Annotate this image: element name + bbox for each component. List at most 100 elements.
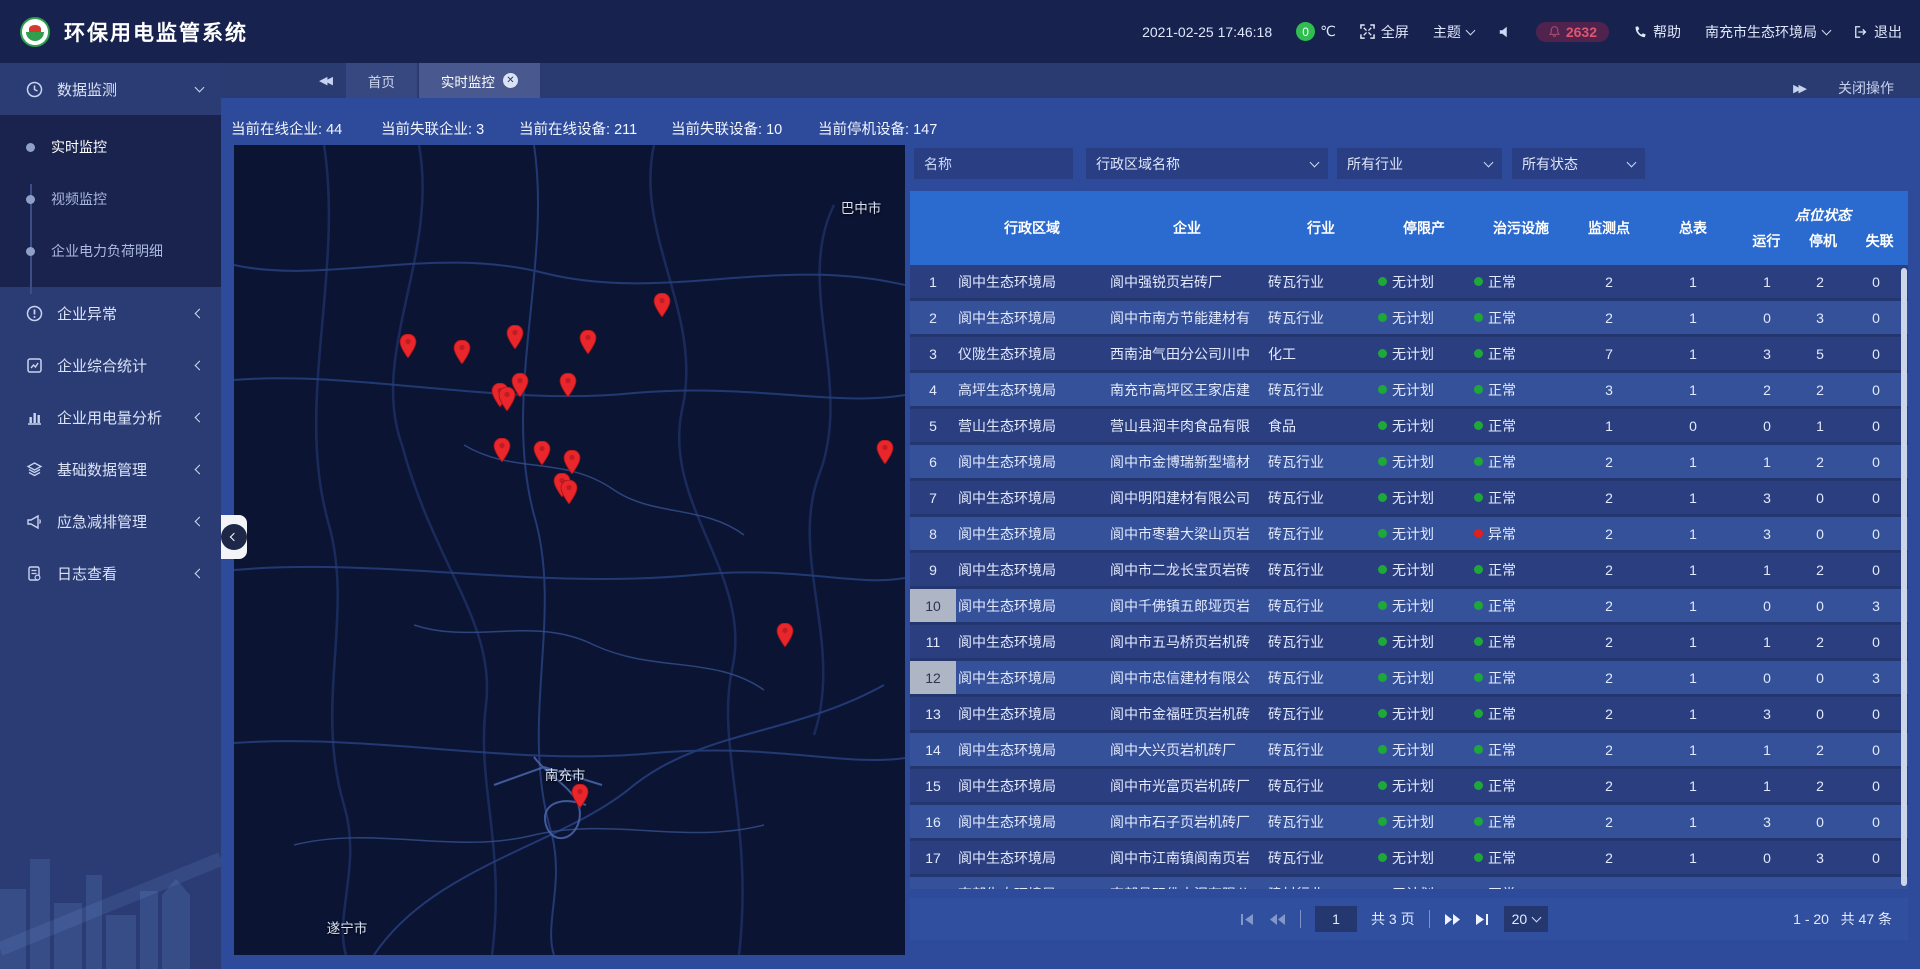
page-size-select[interactable]: 20 [1504, 906, 1549, 932]
map-pin-icon[interactable] [564, 450, 581, 474]
map-pin-icon[interactable] [654, 293, 671, 317]
fullscreen-button[interactable]: 全屏 [1360, 22, 1409, 42]
map-pin-icon[interactable] [512, 373, 529, 397]
table-row[interactable]: 4高坪生态环境局南充市高坪区王家店建砖瓦行业无计划正常31220 [910, 373, 1908, 409]
sidebar-item-视频监控[interactable]: 视频监控 [0, 173, 221, 225]
table-row[interactable]: 6阆中生态环境局阆中市金博瑞新型墙材砖瓦行业无计划正常21120 [910, 445, 1908, 481]
row-halt-count: 0 [1796, 805, 1844, 838]
map-pin-icon[interactable] [877, 440, 894, 464]
page-number-input[interactable]: 1 [1315, 906, 1357, 932]
row-index: 3 [910, 337, 956, 370]
sidebar-group-label: 企业综合统计 [57, 355, 182, 376]
map-pin-icon[interactable] [572, 784, 589, 808]
help-button[interactable]: 帮助 [1633, 22, 1681, 42]
tab-实时监控[interactable]: 实时监控 ✕ [419, 63, 540, 98]
tab-首页[interactable]: 首页 [346, 63, 417, 98]
sidebar-group-数据监测[interactable]: 数据监测 [0, 63, 221, 115]
row-halt-count: 2 [1796, 769, 1844, 802]
table-row[interactable]: 1阆中生态环境局阆中强锐页岩砖厂砖瓦行业无计划正常21120 [910, 265, 1908, 301]
row-index: 7 [910, 481, 956, 514]
tabs-scroll-right-button[interactable]: ▶▶ [1793, 82, 1804, 95]
map-pin-icon[interactable] [580, 330, 597, 354]
tab-close-icon[interactable]: ✕ [503, 73, 518, 88]
sidebar-group-企业用电量分析[interactable]: 企业用电量分析 [0, 391, 221, 443]
table-row[interactable]: 15阆中生态环境局阆中市光富页岩机砖厂砖瓦行业无计划正常21120 [910, 769, 1908, 805]
region-filter-select[interactable]: 行政区域名称 [1086, 148, 1328, 179]
app-logo-icon [20, 17, 50, 47]
map-pin-icon[interactable] [534, 441, 551, 465]
sidebar-item-实时监控[interactable]: 实时监控 [0, 121, 221, 173]
status-dot-icon [1474, 673, 1483, 682]
row-region: 阆中生态环境局 [956, 553, 1108, 586]
table-row[interactable]: 14阆中生态环境局阆中大兴页岩机砖厂砖瓦行业无计划正常21120 [910, 733, 1908, 769]
org-dropdown[interactable]: 南充市生态环境局 [1705, 22, 1830, 42]
last-page-button[interactable] [1475, 913, 1490, 926]
row-run-count: 3 [1738, 337, 1796, 370]
table-row[interactable]: 13阆中生态环境局阆中市金福旺页岩机砖砖瓦行业无计划正常21300 [910, 697, 1908, 733]
sidebar-group-企业异常[interactable]: 企业异常 [0, 287, 221, 339]
close-operations-button[interactable]: 关闭操作 [1838, 78, 1894, 98]
table-row[interactable]: 18南部生态环境局南部县双佛水泥有限公建材行业无计划正常50050 [910, 877, 1908, 889]
row-points: 2 [1570, 517, 1648, 550]
table-row[interactable]: 16阆中生态环境局阆中市石子页岩机砖厂砖瓦行业无计划正常21300 [910, 805, 1908, 841]
notification-badge[interactable]: 2632 [1536, 22, 1609, 42]
tabs-scroll-left-button[interactable]: ◀◀ [303, 63, 346, 98]
row-facility-status: 正常 [1472, 337, 1570, 370]
next-page-button[interactable] [1444, 913, 1461, 926]
status-filter-select[interactable]: 所有状态 [1512, 148, 1645, 179]
industry-filter-select[interactable]: 所有行业 [1337, 148, 1502, 179]
sidebar-group-基础数据管理[interactable]: 基础数据管理 [0, 443, 221, 495]
sidebar-group-应急减排管理[interactable]: 应急减排管理 [0, 495, 221, 547]
next-page-icon [1444, 913, 1461, 926]
table-row[interactable]: 8阆中生态环境局阆中市枣碧大梁山页岩砖瓦行业无计划异常21300 [910, 517, 1908, 553]
table-row[interactable]: 12阆中生态环境局阆中市忠信建材有限公砖瓦行业无计划正常21003 [910, 661, 1908, 697]
table-row[interactable]: 5营山生态环境局营山县润丰肉食品有限食品无计划正常10010 [910, 409, 1908, 445]
map-pin-icon[interactable] [560, 373, 577, 397]
map-pin-icon[interactable] [777, 623, 794, 647]
table-row[interactable]: 3仪陇生态环境局西南油气田分公司川中化工无计划正常71350 [910, 337, 1908, 373]
table-row[interactable]: 17阆中生态环境局阆中市江南镇阆南页岩砖瓦行业无计划正常21030 [910, 841, 1908, 877]
row-production-status: 无计划 [1376, 697, 1472, 730]
theme-dropdown[interactable]: 主题 [1433, 22, 1474, 42]
row-facility-status: 正常 [1472, 733, 1570, 766]
row-industry: 砖瓦行业 [1266, 481, 1376, 514]
total-label: 共 47 条 [1841, 911, 1892, 927]
map-pin-icon[interactable] [507, 325, 524, 349]
row-offline-count: 0 [1844, 769, 1908, 802]
table-row[interactable]: 7阆中生态环境局阆中明阳建材有限公司砖瓦行业无计划正常21300 [910, 481, 1908, 517]
sidebar-group-日志查看[interactable]: 日志查看 [0, 547, 221, 599]
chevron-down-icon [1484, 157, 1494, 167]
table-row[interactable]: 2阆中生态环境局阆中市南方节能建材有砖瓦行业无计划正常21030 [910, 301, 1908, 337]
map-pin-icon[interactable] [454, 340, 471, 364]
sidebar-item-企业电力负荷明细[interactable]: 企业电力负荷明细 [0, 225, 221, 277]
volume-button[interactable] [1498, 25, 1512, 39]
row-region: 阆中生态环境局 [956, 661, 1108, 694]
tab-label: 实时监控 [441, 71, 495, 91]
row-production-status: 无计划 [1376, 661, 1472, 694]
logout-button[interactable]: 退出 [1854, 22, 1902, 42]
row-index: 16 [910, 805, 956, 838]
row-industry: 砖瓦行业 [1266, 733, 1376, 766]
map-pin-icon[interactable] [400, 334, 417, 358]
datetime-label: 2021-02-25 17:46:18 [1142, 24, 1272, 40]
row-run-count: 1 [1738, 769, 1796, 802]
row-industry: 砖瓦行业 [1266, 625, 1376, 658]
map-canvas[interactable]: 巴中市南充市遂宁市 [234, 145, 905, 955]
prev-page-button[interactable] [1269, 913, 1286, 926]
status-dot-icon [1474, 781, 1483, 790]
name-filter-input[interactable] [914, 148, 1073, 179]
chevron-left-icon [195, 308, 205, 318]
row-run-count: 0 [1738, 877, 1796, 889]
table-row[interactable]: 10阆中生态环境局阆中千佛镇五郎垭页岩砖瓦行业无计划正常21003 [910, 589, 1908, 625]
table-row[interactable]: 11阆中生态环境局阆中市五马桥页岩机砖砖瓦行业无计划正常21120 [910, 625, 1908, 661]
sidebar-group-企业综合统计[interactable]: 企业综合统计 [0, 339, 221, 391]
table-row[interactable]: 9阆中生态环境局阆中市二龙长宝页岩砖砖瓦行业无计划正常21120 [910, 553, 1908, 589]
map-pin-icon[interactable] [494, 438, 511, 462]
row-run-count: 0 [1738, 661, 1796, 694]
row-index: 18 [910, 877, 956, 889]
sidebar-collapse-button[interactable] [221, 515, 247, 559]
first-page-button[interactable] [1240, 913, 1255, 926]
table-scrollbar[interactable] [1901, 268, 1907, 886]
row-offline-count: 0 [1844, 697, 1908, 730]
map-pin-icon[interactable] [561, 480, 578, 504]
